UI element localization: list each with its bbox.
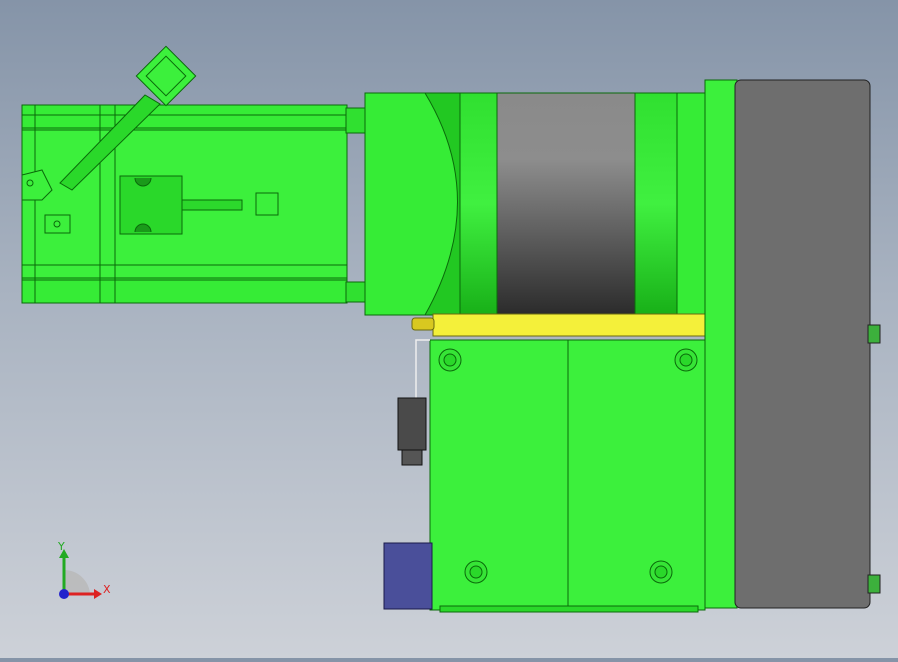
servo-motor[interactable] xyxy=(21,45,367,304)
y-axis-label: Y xyxy=(57,540,65,553)
connector[interactable] xyxy=(383,339,433,610)
axis-triad: Y X xyxy=(57,540,111,599)
cad-viewport[interactable]: Y X xyxy=(0,0,898,658)
end-housing[interactable] xyxy=(704,79,881,609)
gearbox[interactable] xyxy=(364,92,706,316)
model-view: Y X xyxy=(21,45,881,613)
x-axis-label: X xyxy=(103,583,111,596)
mounting-bracket[interactable] xyxy=(411,313,706,337)
lower-module[interactable] xyxy=(429,339,706,613)
